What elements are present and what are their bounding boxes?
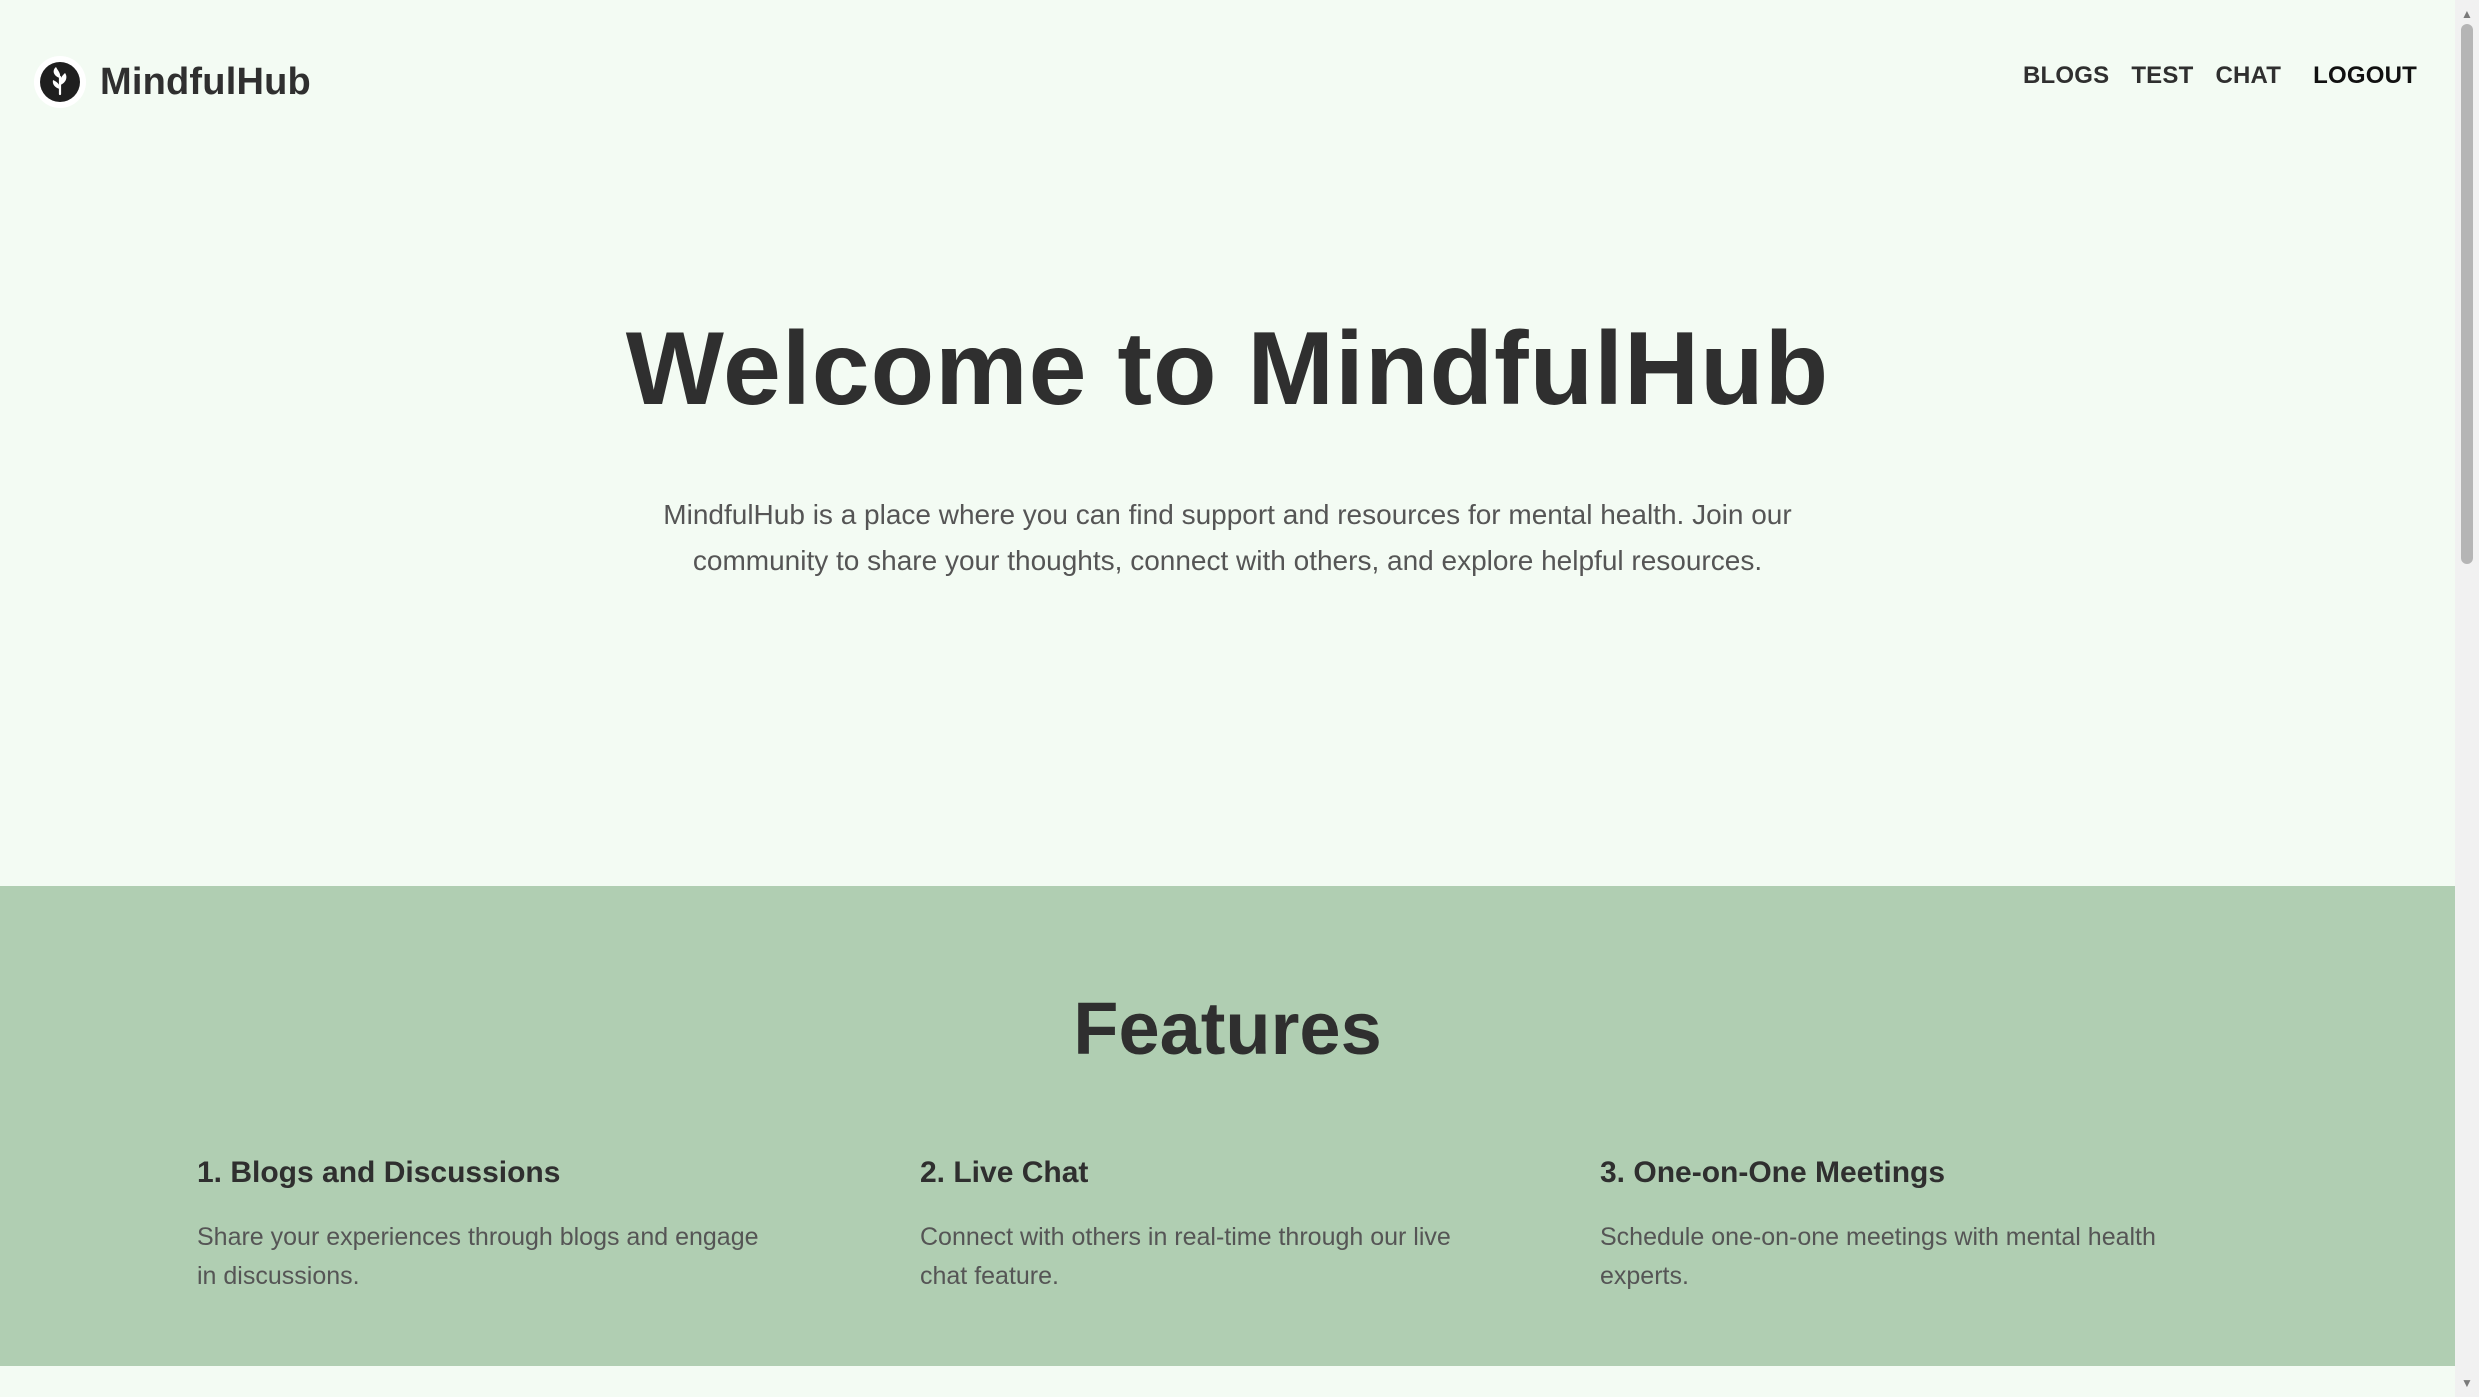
page-content: MindfulHub BLOGS TEST CHAT LOGOUT Welcom… <box>0 0 2455 1397</box>
feature-description: Connect with others in real-time through… <box>920 1223 1451 1290</box>
nav-test-link[interactable]: TEST <box>2131 62 2193 90</box>
nav-chat-link[interactable]: CHAT <box>2215 62 2281 90</box>
nav-blogs-link[interactable]: BLOGS <box>2023 62 2109 90</box>
feature-title: 3. One-on-One Meetings <box>1600 1156 1946 1189</box>
feature-description: Share your experiences through blogs and… <box>197 1223 759 1290</box>
brand-name: MindfulHub <box>100 60 311 103</box>
features-title: Features <box>1073 987 1382 1070</box>
hero-title: Welcome to MindfulHub <box>625 311 1830 427</box>
feature-card-blogs: 1. Blogs and Discussions Share your expe… <box>197 1156 777 1296</box>
site-header: MindfulHub BLOGS TEST CHAT LOGOUT <box>0 0 2455 170</box>
scrollbar-thumb[interactable] <box>2461 24 2473 564</box>
brand[interactable]: MindfulHub <box>34 56 311 108</box>
logout-button[interactable]: LOGOUT <box>2313 62 2417 90</box>
scroll-down-arrow-icon[interactable]: ▼ <box>2455 1373 2479 1393</box>
feature-title: 1. Blogs and Discussions <box>197 1156 561 1189</box>
feature-card-meetings: 3. One-on-One Meetings Schedule one-on-o… <box>1600 1156 2180 1296</box>
hero-section: Welcome to MindfulHub MindfulHub is a pl… <box>0 170 2455 886</box>
vertical-scrollbar[interactable]: ▲ ▼ <box>2455 0 2479 1397</box>
hero-description: MindfulHub is a place where you can find… <box>663 499 1792 576</box>
scroll-up-arrow-icon[interactable]: ▲ <box>2455 4 2479 24</box>
feature-title: 2. Live Chat <box>920 1156 1089 1189</box>
page: MindfulHub BLOGS TEST CHAT LOGOUT Welcom… <box>0 0 2479 1397</box>
feature-description: Schedule one-on-one meetings with mental… <box>1600 1223 2156 1290</box>
leaf-logo-icon <box>34 56 86 108</box>
feature-card-live-chat: 2. Live Chat Connect with others in real… <box>920 1156 1500 1296</box>
features-section: Features 1. Blogs and Discussions Share … <box>0 886 2455 1366</box>
main-nav: BLOGS TEST CHAT LOGOUT <box>2001 62 2417 90</box>
